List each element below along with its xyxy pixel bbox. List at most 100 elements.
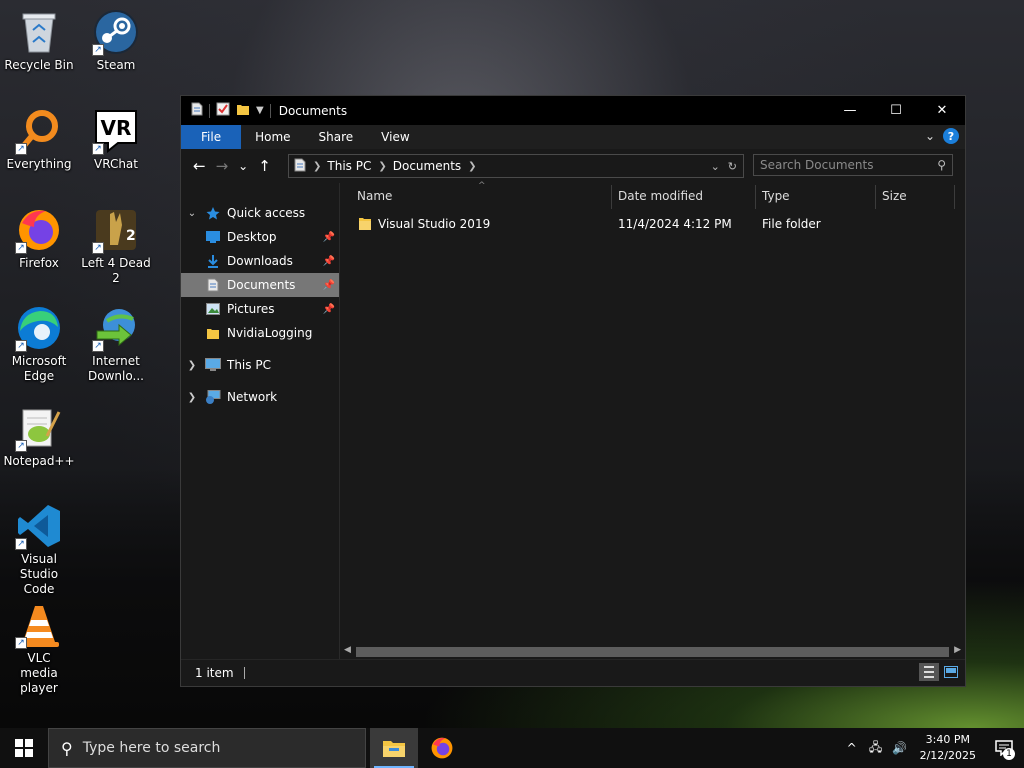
breadcrumb-chevron-icon[interactable]: ❯ <box>468 161 476 172</box>
tab-view[interactable]: View <box>367 125 423 149</box>
close-button[interactable]: ✕ <box>919 96 965 125</box>
expand-icon[interactable]: ❯ <box>185 360 199 371</box>
address-history-icon[interactable]: ⌄ <box>711 160 720 173</box>
customize-toolbar-icon[interactable]: ▼ <box>256 105 264 116</box>
desktop-icon-vlc[interactable]: ↗ VLC media player <box>1 601 77 696</box>
file-row[interactable]: Visual Studio 2019 11/4/2024 4:12 PM Fil… <box>354 213 955 235</box>
minimize-button[interactable]: — <box>827 96 873 125</box>
desktop-icon-vrchat[interactable]: VR ↗ VRChat <box>78 107 154 172</box>
column-header-date-modified[interactable]: Date modified <box>618 189 703 203</box>
desktop-icon-firefox[interactable]: ↗ Firefox <box>1 206 77 271</box>
nav-item-downloads[interactable]: Downloads 📌 <box>181 249 339 273</box>
column-divider[interactable] <box>611 185 612 209</box>
desktop-icon-notepad-plus-plus[interactable]: ↗ Notepad++ <box>1 404 77 469</box>
properties-icon[interactable] <box>216 102 230 119</box>
nav-item-pictures[interactable]: Pictures 📌 <box>181 297 339 321</box>
show-hidden-icons-icon[interactable]: ^ <box>840 741 864 755</box>
nav-label: NvidiaLogging <box>227 326 313 340</box>
file-explorer-icon <box>383 741 405 757</box>
new-folder-icon[interactable] <box>236 102 250 119</box>
column-divider[interactable] <box>954 185 955 209</box>
notification-count-badge: 1 <box>1003 748 1015 760</box>
breadcrumb-this-pc[interactable]: This PC <box>327 159 371 173</box>
tab-file[interactable]: File <box>181 125 242 149</box>
everything-icon: ↗ <box>15 107 63 155</box>
desktop-icon-internet-download-manager[interactable]: ↗ Internet Downlo... <box>78 304 154 384</box>
scroll-right-icon[interactable]: ▶ <box>954 645 961 655</box>
large-icons-view-icon[interactable] <box>941 663 961 681</box>
nav-item-nvidialogging[interactable]: NvidiaLogging <box>181 321 339 345</box>
search-input[interactable] <box>754 157 932 173</box>
volume-icon[interactable]: 🔊 <box>888 741 912 755</box>
search-box[interactable]: ⚲ <box>753 154 953 176</box>
sort-ascending-icon: ^ <box>478 181 486 191</box>
address-bar[interactable]: ❯ This PC ❯ Documents ❯ ⌄ ↻ <box>288 154 744 178</box>
status-separator <box>243 667 245 679</box>
tab-share[interactable]: Share <box>305 125 368 149</box>
taskbar-firefox[interactable] <box>418 728 466 768</box>
shortcut-arrow-icon: ↗ <box>15 143 27 155</box>
view-switcher <box>919 663 961 681</box>
column-divider[interactable] <box>755 185 756 209</box>
details-view-icon[interactable] <box>919 663 939 681</box>
refresh-icon[interactable]: ↻ <box>728 160 737 173</box>
desktop-icon-left-4-dead-2[interactable]: 2 ↗ Left 4 Dead 2 <box>78 206 154 286</box>
system-tray: ^ 🖧 🔊 3:40 PM 2/12/2025 1 <box>840 728 1024 768</box>
maximize-button[interactable]: ☐ <box>873 96 919 125</box>
nav-this-pc[interactable]: ❯ This PC <box>181 353 339 377</box>
pin-icon: 📌 <box>322 255 335 267</box>
nav-label: Desktop <box>227 230 277 244</box>
column-divider[interactable] <box>875 185 876 209</box>
help-button[interactable]: ? <box>943 128 959 144</box>
desktop-icon-recycle-bin[interactable]: Recycle Bin <box>1 8 77 73</box>
shortcut-arrow-icon: ↗ <box>15 242 27 254</box>
expand-icon[interactable]: ❯ <box>185 392 199 403</box>
recycle-bin-icon <box>15 8 63 56</box>
column-header-name[interactable]: Name <box>357 189 392 203</box>
breadcrumb-chevron-icon[interactable]: ❯ <box>378 161 386 172</box>
expand-ribbon-icon[interactable]: ⌄ <box>925 129 935 143</box>
taskbar-file-explorer[interactable] <box>370 728 418 768</box>
scroll-track[interactable] <box>356 647 949 657</box>
action-center-button[interactable]: 1 <box>984 728 1024 768</box>
scroll-left-icon[interactable]: ◀ <box>344 645 351 655</box>
vrchat-icon: VR ↗ <box>92 107 140 155</box>
desktop-icon-everything[interactable]: ↗ Everything <box>1 107 77 172</box>
start-button[interactable] <box>0 728 48 768</box>
nav-item-desktop[interactable]: Desktop 📌 <box>181 225 339 249</box>
file-list-pane[interactable]: ^ Name Date modified Type Size Visual St… <box>340 181 965 660</box>
desktop-icon-vscode[interactable]: ↗ Visual Studio Code <box>1 502 77 597</box>
desktop-icon-steam[interactable]: ↗ Steam <box>78 8 154 73</box>
nav-quick-access[interactable]: ⌄ Quick access <box>181 201 339 225</box>
this-pc-icon <box>205 357 221 373</box>
recent-locations-button[interactable]: ⌄ <box>238 159 248 173</box>
file-type: File folder <box>762 217 821 231</box>
quick-access-toolbar: ▼ <box>181 96 271 125</box>
search-icon: ⚲ <box>61 738 73 758</box>
folder-icon <box>205 325 221 341</box>
horizontal-scrollbar[interactable]: ◀ ▶ <box>340 644 965 660</box>
taskbar-search-box[interactable]: ⚲ Type here to search <box>48 728 366 768</box>
nav-item-documents[interactable]: Documents 📌 <box>181 273 339 297</box>
forward-button[interactable]: → <box>216 157 229 175</box>
desktop-icon-label: Internet Downlo... <box>88 354 144 383</box>
desktop-icon-edge[interactable]: ↗ Microsoft Edge <box>1 304 77 384</box>
column-headers: ^ Name Date modified Type Size <box>340 181 965 209</box>
clock[interactable]: 3:40 PM 2/12/2025 <box>912 732 984 764</box>
column-header-type[interactable]: Type <box>762 189 790 203</box>
tab-home[interactable]: Home <box>241 125 304 149</box>
back-button[interactable]: ← <box>193 157 206 175</box>
title-bar[interactable]: ▼ Documents — ☐ ✕ <box>181 96 965 125</box>
item-count: 1 item <box>195 666 234 680</box>
scroll-thumb[interactable] <box>356 647 949 657</box>
up-button[interactable]: ↑ <box>258 157 271 175</box>
breadcrumb-chevron-icon[interactable]: ❯ <box>313 161 321 172</box>
navigation-pane[interactable]: ⌄ Quick access Desktop 📌 Downloads 📌 Doc… <box>181 183 339 660</box>
file-explorer-window[interactable]: ▼ Documents — ☐ ✕ File Home Share View ⌄… <box>180 95 966 687</box>
breadcrumb-documents[interactable]: Documents <box>393 159 461 173</box>
steam-icon: ↗ <box>92 8 140 56</box>
collapse-icon[interactable]: ⌄ <box>185 208 199 219</box>
column-header-size[interactable]: Size <box>882 189 907 203</box>
nav-network[interactable]: ❯ Network <box>181 385 339 409</box>
network-status-icon[interactable]: 🖧 <box>864 738 888 759</box>
